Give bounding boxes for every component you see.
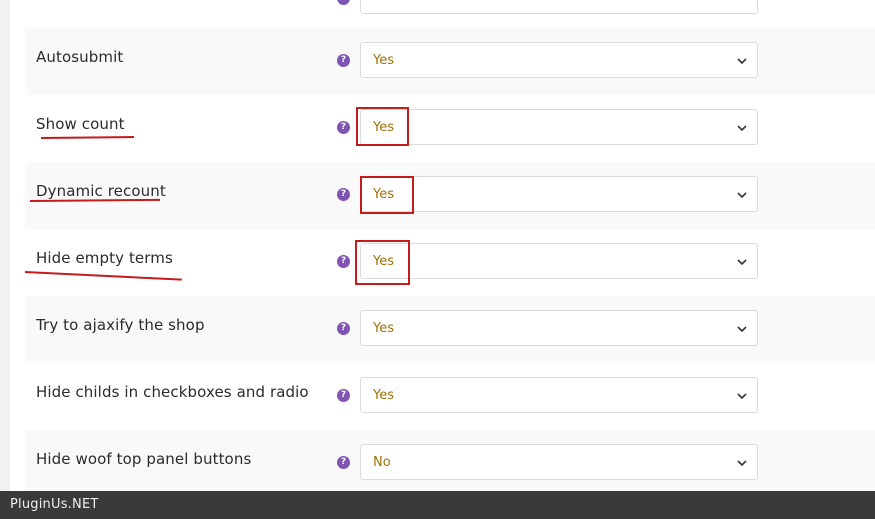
annotation-box-dynamic-recount <box>360 176 414 214</box>
dynamic-recount-select[interactable]: Yes <box>360 176 758 212</box>
hide-top-panel-buttons-select[interactable]: No <box>360 444 758 480</box>
help-icon[interactable]: ? <box>337 255 350 268</box>
select-value: Yes <box>373 388 394 403</box>
setting-row-ajaxify-shop: Try to ajaxify the shop ? Yes <box>25 296 875 363</box>
setting-label: Show count <box>36 115 125 133</box>
setting-label: Hide woof top panel buttons <box>36 450 252 468</box>
chevron-down-icon <box>737 460 747 467</box>
select-value: Yes <box>373 53 394 68</box>
setting-label: Autosubmit <box>36 48 124 66</box>
help-icon[interactable]: ? <box>337 456 350 469</box>
help-icon[interactable]: ? <box>337 389 350 402</box>
setting-row-hide-top-panel-buttons: Hide woof top panel buttons ? No <box>25 430 875 491</box>
partial-select[interactable] <box>360 0 758 14</box>
help-icon[interactable]: ? <box>337 188 350 201</box>
setting-row-hide-empty-terms: Hide empty terms ? Yes <box>25 229 875 296</box>
chevron-down-icon <box>737 125 747 132</box>
setting-label: Hide childs in checkboxes and radio <box>36 383 309 401</box>
help-icon[interactable]: ? <box>337 322 350 335</box>
help-icon[interactable]: ? <box>337 54 350 67</box>
show-count-select[interactable]: Yes <box>360 109 758 145</box>
select-value: Yes <box>373 321 394 336</box>
setting-label: Dynamic recount <box>36 182 166 200</box>
setting-label: Try to ajaxify the shop <box>36 316 205 334</box>
chevron-down-icon <box>741 0 743 1</box>
brand-label: PluginUs.NET <box>10 497 99 512</box>
setting-row-show-count: Show count ? Yes <box>25 95 875 162</box>
select-value: No <box>373 455 391 470</box>
annotation-box-show-count <box>356 107 409 146</box>
settings-panel: ? Autosubmit ? Yes Show count ? Yes Dyna… <box>10 0 875 491</box>
chevron-down-icon <box>737 58 747 65</box>
hide-empty-terms-select[interactable]: Yes <box>360 243 758 279</box>
setting-label: Hide empty terms <box>36 249 173 267</box>
chevron-down-icon <box>737 393 747 400</box>
ajaxify-shop-select[interactable]: Yes <box>360 310 758 346</box>
autosubmit-select[interactable]: Yes <box>360 42 758 78</box>
setting-row-autosubmit: Autosubmit ? Yes <box>25 28 875 95</box>
chevron-down-icon <box>737 192 747 199</box>
hide-childs-select[interactable]: Yes <box>360 377 758 413</box>
setting-row-dynamic-recount: Dynamic recount ? Yes <box>25 162 875 229</box>
annotation-box-hide-empty-terms <box>355 240 410 285</box>
footer-bar: PluginUs.NET <box>0 491 875 519</box>
chevron-down-icon <box>737 259 747 266</box>
chevron-down-icon <box>737 326 747 333</box>
help-icon[interactable]: ? <box>337 0 350 5</box>
help-icon[interactable]: ? <box>337 121 350 134</box>
setting-row-hide-childs: Hide childs in checkboxes and radio ? Ye… <box>25 363 875 430</box>
